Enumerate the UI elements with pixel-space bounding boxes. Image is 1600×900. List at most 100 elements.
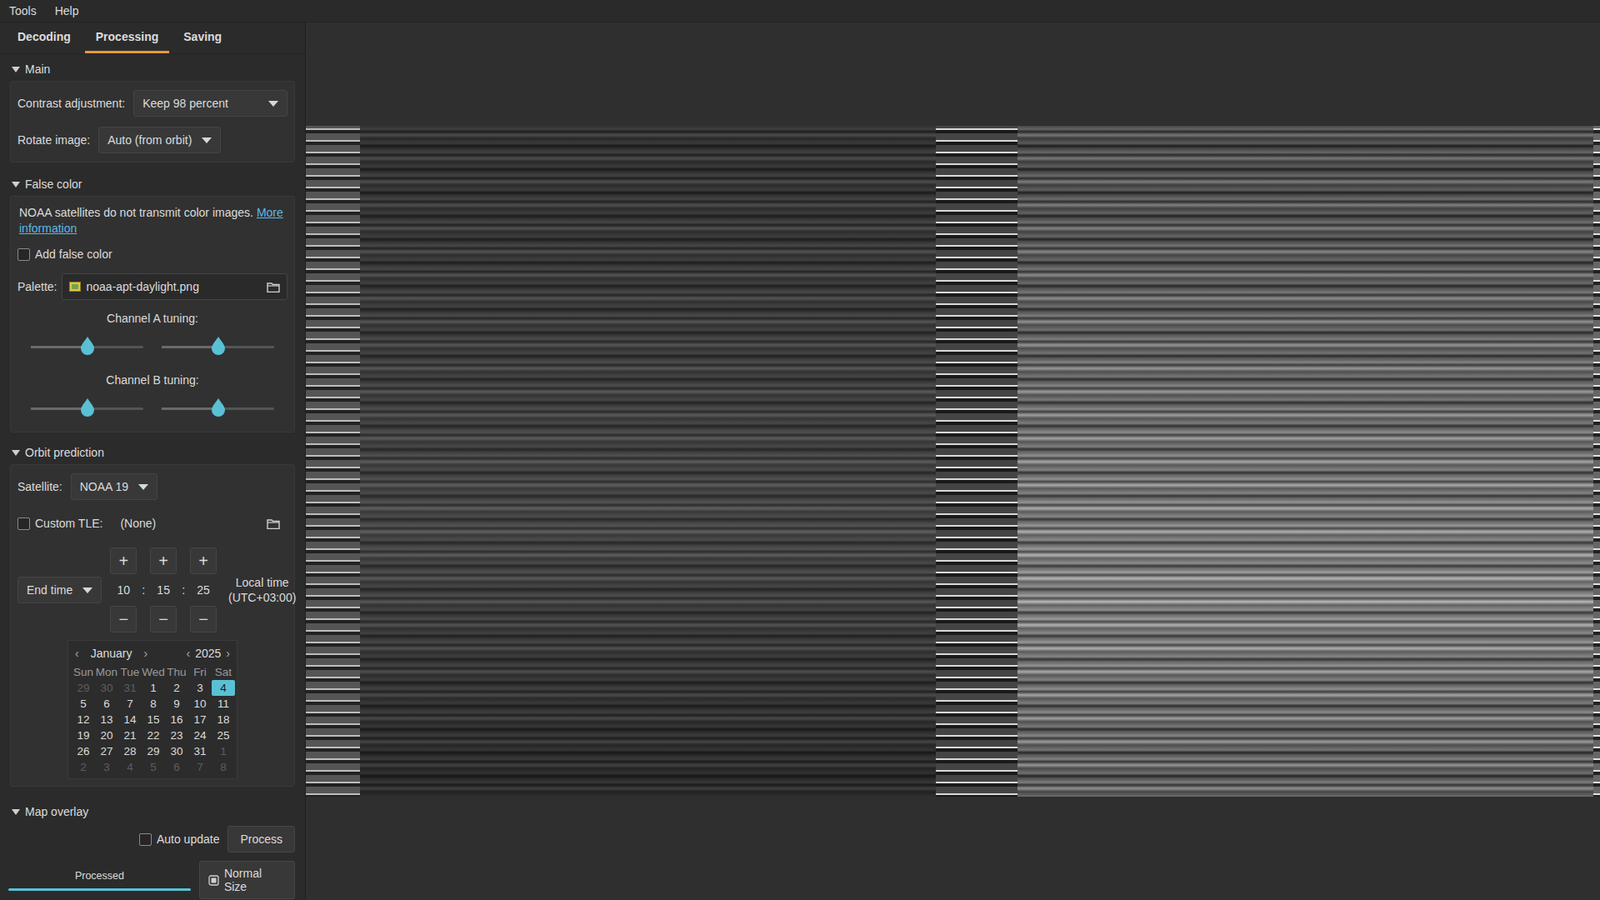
calendar-day[interactable]: 19	[71, 727, 95, 744]
calendar-day[interactable]: 3	[188, 680, 212, 696]
palette-value: noaa-apt-daylight.png	[85, 280, 262, 294]
decrement-button[interactable]: −	[150, 605, 177, 633]
calendar-day[interactable]: 31	[118, 680, 142, 696]
add-false-color-checkbox[interactable]	[17, 248, 30, 261]
auto-update-checkbox[interactable]	[139, 833, 152, 846]
slider[interactable]	[30, 345, 144, 349]
menu-item[interactable]: Help	[53, 2, 81, 20]
decrement-button[interactable]: −	[110, 605, 137, 633]
add-false-color-label: Add false color	[35, 247, 113, 261]
calendar-day[interactable]: 23	[165, 727, 189, 744]
section-header[interactable]: Main	[0, 59, 305, 80]
slider[interactable]	[161, 345, 275, 349]
calendar-day[interactable]: 4	[211, 680, 235, 696]
calendar-day[interactable]: 5	[141, 759, 165, 775]
calendar-day[interactable]: 4	[118, 759, 142, 775]
custom-tle-checkbox[interactable]	[17, 517, 30, 530]
calendar-day[interactable]: 30	[95, 680, 119, 696]
calendar-day[interactable]: 8	[141, 695, 165, 712]
weekday: Mon	[95, 664, 119, 680]
section-header[interactable]: Map overlay	[0, 801, 305, 822]
day-number: 20	[100, 729, 113, 742]
slider-thumb-icon	[210, 397, 227, 418]
day-number: 3	[103, 760, 110, 774]
slider[interactable]	[161, 407, 275, 410]
calendar-day[interactable]: 2	[71, 759, 95, 775]
slider-thumb[interactable]	[79, 397, 96, 418]
tab[interactable]: Decoding	[6, 22, 82, 54]
tab[interactable]: Processing	[85, 22, 170, 54]
section-header[interactable]: False color	[0, 174, 305, 195]
increment-button[interactable]: +	[110, 547, 137, 575]
calendar-day[interactable]: 6	[165, 759, 189, 775]
day-number: 25	[216, 729, 230, 742]
calendar-day[interactable]: 17	[188, 711, 212, 728]
calendar: ‹January›‹2025›SunMonTueWedThuFriSat2930…	[67, 640, 238, 780]
calendar-day[interactable]: 15	[141, 711, 165, 728]
calendar-day[interactable]: 14	[118, 711, 142, 728]
contrast-dropdown[interactable]: Keep 98 percent	[133, 90, 288, 117]
calendar-day[interactable]: 2	[165, 680, 189, 696]
time-value[interactable]: 10	[110, 579, 137, 601]
slider-thumb[interactable]	[210, 335, 227, 356]
satellite-dropdown[interactable]: NOAA 19	[70, 473, 158, 500]
calendar-day[interactable]: 7	[188, 759, 212, 775]
satellite-row: Satellite:NOAA 19	[17, 468, 288, 505]
palette-file-field[interactable]: noaa-apt-daylight.png	[61, 273, 288, 300]
calendar-day[interactable]: 31	[188, 743, 212, 760]
process-button[interactable]: Process	[227, 825, 295, 853]
calendar-day[interactable]: 18	[211, 711, 235, 728]
tle-file-field[interactable]: (None)	[112, 510, 288, 537]
calendar-day[interactable]: 22	[141, 727, 165, 744]
next-month-button[interactable]: ›	[143, 646, 148, 660]
tab[interactable]: Saving	[172, 22, 233, 54]
normal-size-label: Normal Size	[224, 866, 286, 894]
slider-thumb[interactable]	[79, 335, 96, 356]
auto-update[interactable]: Auto update	[139, 832, 220, 846]
calendar-day[interactable]: 24	[188, 727, 212, 744]
increment-button[interactable]: +	[190, 547, 217, 575]
calendar-day[interactable]: 29	[71, 680, 95, 696]
calendar-day[interactable]: 13	[95, 711, 119, 728]
calendar-day[interactable]: 27	[95, 743, 119, 760]
calendar-day[interactable]: 8	[211, 759, 235, 775]
next-year-button[interactable]: ›	[225, 646, 230, 660]
time-mode-dropdown[interactable]: End time	[17, 576, 102, 604]
calendar-day[interactable]: 3	[95, 759, 119, 775]
calendar-day[interactable]: 25	[211, 727, 235, 744]
decrement-button[interactable]: −	[190, 605, 217, 633]
slider-thumb[interactable]	[210, 397, 227, 418]
calendar-day[interactable]: 5	[71, 695, 95, 712]
time-separator: :	[141, 579, 145, 601]
day-number: 7	[196, 760, 204, 774]
calendar-day[interactable]: 1	[141, 680, 165, 696]
tab-label: Saving	[183, 30, 222, 44]
normal-size-button[interactable]: Normal Size	[199, 860, 295, 900]
progress-track	[8, 888, 191, 891]
calendar-day[interactable]: 11	[211, 695, 235, 712]
slider[interactable]	[30, 407, 144, 410]
slider-thumb-icon	[79, 335, 96, 356]
calendar-day[interactable]: 28	[118, 743, 142, 760]
prev-month-button[interactable]: ‹	[75, 646, 80, 660]
calendar-day[interactable]: 26	[71, 743, 95, 760]
calendar-day[interactable]: 1	[211, 743, 235, 760]
menu-item[interactable]: Tools	[7, 2, 39, 20]
calendar-day[interactable]: 21	[118, 727, 142, 744]
calendar-day[interactable]: 9	[165, 695, 189, 712]
section-header[interactable]: Orbit prediction	[0, 442, 305, 463]
rotate-dropdown[interactable]: Auto (from orbit)	[98, 126, 221, 154]
calendar-day[interactable]: 16	[165, 711, 189, 728]
prev-year-button[interactable]: ‹	[186, 646, 191, 660]
calendar-day[interactable]: 30	[165, 743, 189, 760]
calendar-day[interactable]: 10	[188, 695, 212, 712]
calendar-day[interactable]: 20	[95, 727, 119, 744]
time-value[interactable]: 25	[190, 579, 217, 601]
calendar-day[interactable]: 12	[71, 711, 95, 728]
calendar-day[interactable]: 6	[95, 695, 119, 712]
time-value[interactable]: 15	[150, 579, 177, 601]
day-number: 6	[173, 760, 180, 774]
calendar-day[interactable]: 29	[141, 743, 165, 760]
increment-button[interactable]: +	[150, 547, 177, 575]
calendar-day[interactable]: 7	[118, 695, 142, 712]
